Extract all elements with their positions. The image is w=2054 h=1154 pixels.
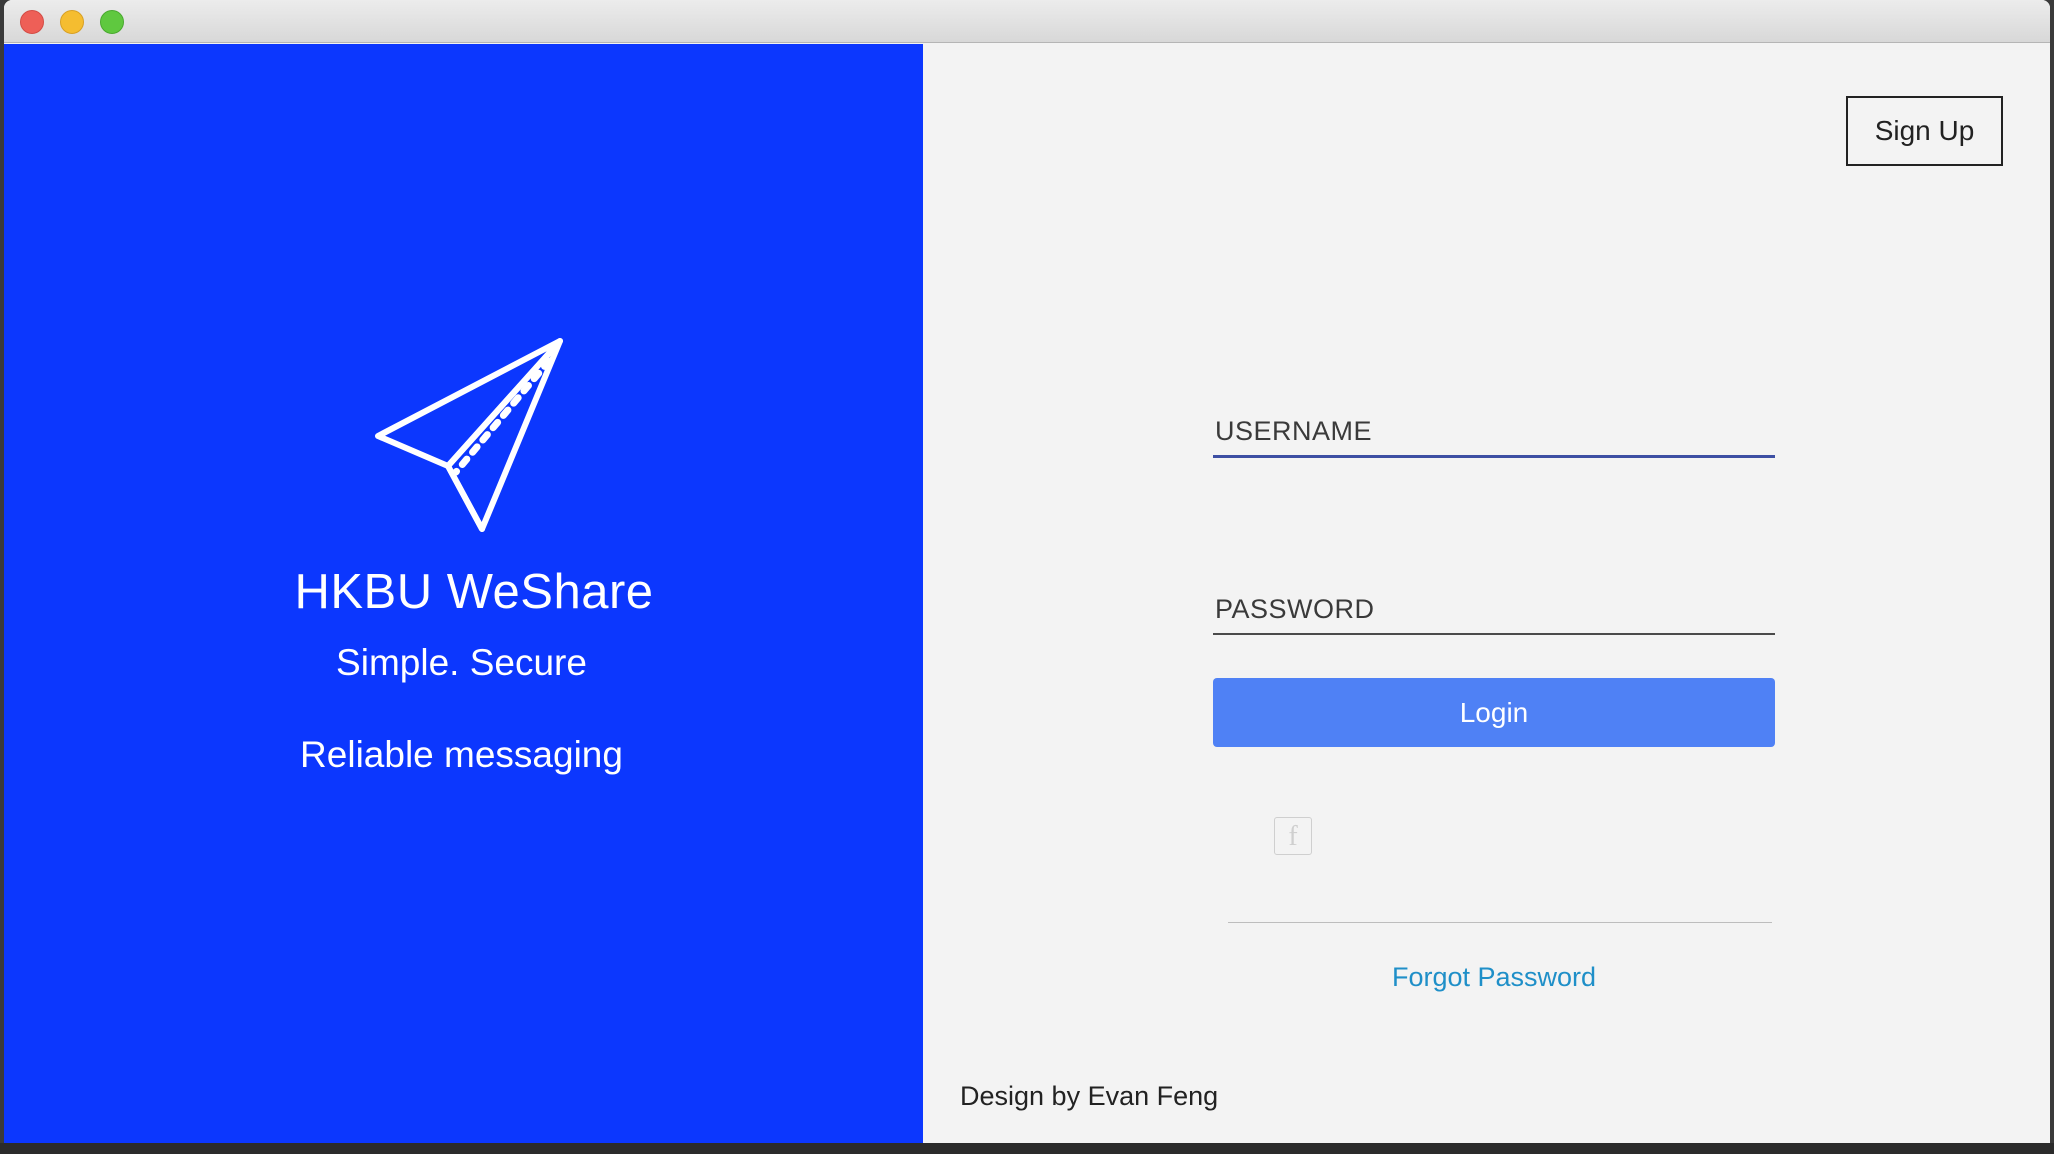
desktop-background-strip [0,1143,2054,1154]
maximize-window-button[interactable] [100,10,124,34]
sign-up-button[interactable]: Sign Up [1846,96,2003,166]
tagline-primary: Simple. Secure [336,642,587,683]
close-window-button[interactable] [20,10,44,34]
title-bar [4,0,2050,43]
divider [1228,922,1772,923]
brand-panel: HKBU WeShare Simple. Secure Reliable mes… [4,44,923,1143]
tagline-secondary: Reliable messaging [300,734,623,775]
design-credit: Design by Evan Feng [960,1081,1219,1111]
facebook-icon[interactable]: f [1274,817,1312,855]
minimize-window-button[interactable] [60,10,84,34]
username-input[interactable] [1213,408,1775,458]
app-title: HKBU WeShare [294,565,654,619]
login-button[interactable]: Login [1213,678,1775,747]
password-input[interactable] [1213,585,1775,635]
paper-plane-icon [375,338,563,532]
app-window: HKBU WeShare Simple. Secure Reliable mes… [4,0,2050,1143]
login-panel: Sign Up Login f Forgot Password Design b… [923,44,2050,1143]
forgot-password-link[interactable]: Forgot Password [1213,962,1775,993]
